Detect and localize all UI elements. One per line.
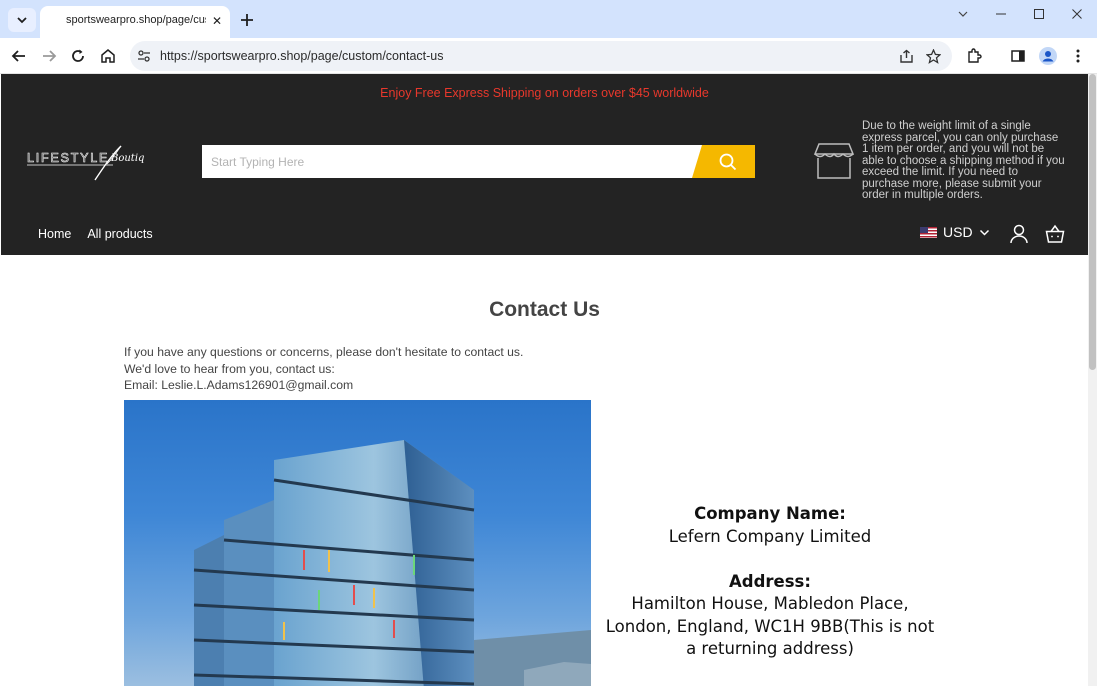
search-icon [719, 153, 736, 170]
chevron-down-icon [958, 11, 968, 17]
minimize-button[interactable] [986, 4, 1016, 24]
puzzle-icon [968, 48, 982, 63]
company-info: Company Name: Lefern Company Limited Add… [601, 503, 939, 661]
maximize-button[interactable] [1024, 4, 1054, 24]
basket-icon [1045, 224, 1065, 243]
reload-button[interactable] [66, 44, 90, 68]
arrow-left-icon [11, 50, 25, 62]
browser-toolbar: https://sportswearpro.shop/page/custom/c… [0, 38, 1097, 74]
back-button[interactable] [7, 44, 31, 68]
currency-label: USD [943, 224, 973, 240]
home-icon [101, 49, 115, 63]
company-name: Lefern Company Limited [668, 526, 872, 546]
profile-button[interactable] [1036, 44, 1060, 68]
scrollbar-thumb[interactable] [1089, 74, 1096, 370]
new-tab-button[interactable] [236, 9, 258, 31]
contact-email: Email: Leslie.L.Adams126901@gmail.com [124, 378, 354, 392]
search-input[interactable] [202, 145, 702, 178]
search-box [202, 145, 755, 178]
promo-banner: Enjoy Free Express Shipping on orders ov… [380, 86, 709, 100]
main-nav: Home All products [38, 227, 153, 241]
office-building-image [124, 400, 591, 686]
tab-title: sportswearpro.shop/page/custom/contact-u… [66, 14, 206, 26]
search-button[interactable] [692, 145, 755, 178]
tab-strip: sportswearpro.shop/page/custom/contact-u… [0, 0, 1097, 38]
close-window-button[interactable] [1062, 4, 1092, 24]
nav-home[interactable]: Home [38, 227, 71, 241]
site-info-icon[interactable] [136, 48, 152, 64]
company-address: Hamilton House, Mabledon Place, London, … [605, 594, 935, 658]
plus-icon [241, 14, 253, 26]
avatar-icon [1039, 47, 1057, 65]
intro-line: If you have any questions or concerns, p… [124, 345, 524, 359]
nav-all-products[interactable]: All products [87, 227, 152, 241]
page-content: Contact Us If you have any questions or … [1, 255, 1088, 686]
chevron-down-icon [979, 229, 989, 236]
store-icon [813, 142, 855, 180]
maximize-icon [1034, 9, 1044, 19]
chevron-down-icon [17, 17, 27, 24]
side-panel-icon [1011, 50, 1025, 62]
home-button[interactable] [96, 44, 120, 68]
arrow-right-icon [43, 50, 57, 62]
minimize-icon [996, 13, 1006, 15]
browser-window: sportswearpro.shop/page/custom/contact-u… [0, 0, 1097, 686]
url-text[interactable]: https://sportswearpro.shop/page/custom/c… [160, 49, 443, 63]
share-icon[interactable] [898, 48, 914, 64]
browser-tab[interactable]: sportswearpro.shop/page/custom/contact-u… [40, 6, 230, 38]
reload-icon [72, 49, 84, 62]
address-heading: Address: [729, 571, 811, 591]
extensions-button[interactable] [962, 44, 986, 68]
site-logo[interactable]: LIFESTYLE Boutique [27, 140, 157, 184]
account-button[interactable] [1009, 224, 1029, 244]
us-flag-icon [920, 226, 937, 238]
menu-button[interactable] [1066, 44, 1090, 68]
bookmark-star-icon[interactable] [925, 48, 941, 64]
tab-close-button[interactable]: ✕ [212, 14, 222, 28]
side-panel-button[interactable] [1006, 44, 1030, 68]
forward-button[interactable] [37, 44, 61, 68]
currency-selector[interactable]: USD [920, 224, 990, 240]
company-name-heading: Company Name: [694, 504, 846, 523]
svg-text:LIFESTYLE: LIFESTYLE [27, 151, 109, 165]
close-icon [1072, 9, 1082, 19]
contact-intro: If you have any questions or concerns, p… [124, 344, 523, 394]
site-header: Enjoy Free Express Shipping on orders ov… [1, 74, 1088, 255]
shipping-notice: Due to the weight limit of a single expr… [862, 120, 1065, 201]
page-scrollbar[interactable] [1088, 74, 1097, 686]
cart-button[interactable] [1045, 224, 1065, 244]
tab-search-button[interactable] [8, 8, 36, 32]
intro-line: We'd love to hear from you, contact us: [124, 361, 335, 376]
address-bar[interactable]: https://sportswearpro.shop/page/custom/c… [130, 41, 952, 71]
user-icon [1010, 224, 1028, 244]
kebab-menu-icon [1076, 49, 1080, 63]
page-title: Contact Us [489, 298, 600, 321]
tab-list-button[interactable] [948, 4, 978, 24]
